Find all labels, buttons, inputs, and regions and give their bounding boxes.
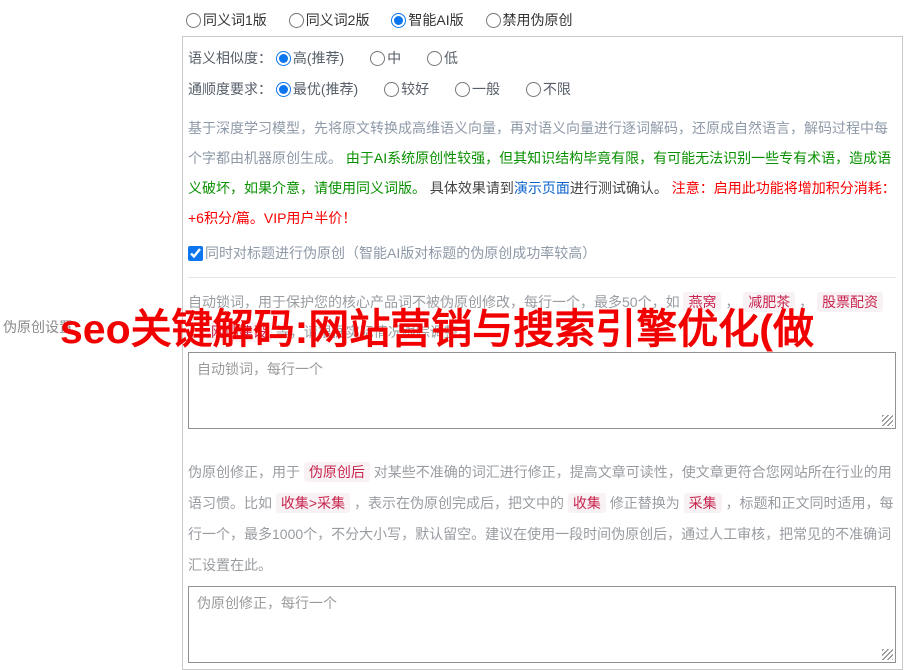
mode-option-label: 同义词2版 bbox=[305, 12, 370, 28]
similarity-option-label: 高(推荐) bbox=[292, 50, 345, 66]
lock-word-example-1: 燕窝 bbox=[683, 292, 722, 312]
title-pseudo-original-row: 同时对标题进行伪原创（智能AI版对标题的伪原创成功率较高） bbox=[188, 243, 896, 263]
lock-words-description: 自动锁词，用于保护您的核心产品词不被伪原创修改，每行一个，最多50个，如 燕窝 … bbox=[188, 287, 896, 347]
correction-text: 修正替换为 bbox=[605, 495, 684, 511]
correction-example-pair: 收集>采集 bbox=[275, 493, 351, 513]
form-row-label-pseudo-original-settings: 伪原创设置 bbox=[3, 319, 73, 335]
demo-page-link[interactable]: 演示页面 bbox=[514, 180, 570, 196]
mode-radio-smart-ai[interactable] bbox=[391, 13, 407, 28]
lock-words-text: 等，请根据实际情况跟踪调整。 bbox=[271, 324, 472, 340]
correction-text: ，表示在伪原创完成后，把文中的 bbox=[350, 495, 568, 511]
fluency-radio-unlimited[interactable] bbox=[525, 82, 541, 97]
similarity-option-low[interactable]: 低 bbox=[427, 50, 458, 66]
correction-textarea[interactable] bbox=[188, 586, 896, 663]
fluency-radio-good[interactable] bbox=[384, 82, 400, 97]
lock-word-example-3: 股票配资 bbox=[817, 292, 884, 312]
ai-settings-panel: 语义相似度： 高(推荐) 中 低 通顺度要求： 最优(推荐) 较好 一般 不限 … bbox=[182, 36, 903, 670]
mode-radio-synonym-v1[interactable] bbox=[186, 13, 201, 28]
mode-option-smart-ai[interactable]: 智能AI版 bbox=[391, 12, 464, 28]
mode-radio-synonym-v2[interactable] bbox=[288, 13, 304, 28]
similarity-option-label: 中 bbox=[387, 50, 402, 66]
fluency-option-label: 一般 bbox=[472, 81, 500, 97]
lock-word-example-2: 减肥茶 bbox=[743, 292, 796, 312]
lock-words-text: 自动锁词，用于保护您的核心产品词不被伪原创修改，每行一个，最多50个，如 bbox=[188, 294, 684, 310]
mode-option-disable[interactable]: 禁用伪原创 bbox=[485, 12, 573, 28]
ai-mode-description: 基于深度学习模型，先将原文转换成高维语义向量，再对语义向量进行逐词解码，还原成自… bbox=[188, 113, 896, 233]
correction-keyword-after: 伪原创后 bbox=[303, 462, 370, 482]
demo-prefix-text: 具体效果请到 bbox=[429, 180, 514, 196]
mode-option-label: 禁用伪原创 bbox=[502, 12, 573, 28]
pseudo-original-settings-section: 同义词1版 同义词2版 智能AI版 禁用伪原创 语义相似度： 高(推荐) 中 低… bbox=[182, 8, 903, 670]
similarity-radio-low[interactable] bbox=[427, 51, 442, 66]
correction-word-from: 收集 bbox=[567, 493, 606, 513]
lock-words-separator: ， bbox=[188, 324, 206, 340]
mode-option-synonym-v1[interactable]: 同义词1版 bbox=[186, 12, 267, 28]
mode-radio-disable[interactable] bbox=[485, 13, 501, 28]
semantic-similarity-label: 语义相似度： bbox=[188, 50, 272, 66]
lock-words-separator: ， bbox=[795, 294, 818, 310]
lock-words-separator: ， bbox=[721, 294, 744, 310]
title-pseudo-original-label: 同时对标题进行伪原创（智能AI版对标题的伪原创成功率较高） bbox=[205, 245, 597, 261]
lock-word-example-4: 网站建设 bbox=[205, 322, 272, 342]
fluency-radio-normal[interactable] bbox=[455, 82, 470, 97]
fluency-option-good[interactable]: 较好 bbox=[384, 81, 429, 97]
fluency-label: 通顺度要求： bbox=[188, 81, 272, 97]
fluency-requirement-row: 通顺度要求： 最优(推荐) 较好 一般 不限 bbox=[188, 73, 896, 104]
fluency-option-label: 不限 bbox=[542, 81, 571, 97]
fluency-option-unlimited[interactable]: 不限 bbox=[525, 81, 571, 97]
title-pseudo-original-checkbox[interactable] bbox=[188, 246, 203, 261]
fluency-option-best[interactable]: 最优(推荐) bbox=[275, 81, 359, 97]
demo-suffix-text: 进行测试确认。 bbox=[569, 180, 668, 196]
mode-radio-group: 同义词1版 同义词2版 智能AI版 禁用伪原创 bbox=[182, 8, 903, 36]
mode-option-synonym-v2[interactable]: 同义词2版 bbox=[288, 12, 370, 28]
mode-option-label: 同义词1版 bbox=[203, 12, 267, 28]
semantic-similarity-row: 语义相似度： 高(推荐) 中 低 bbox=[188, 42, 896, 73]
fluency-radio-best[interactable] bbox=[275, 82, 291, 97]
fluency-option-label: 最优(推荐) bbox=[292, 81, 359, 97]
similarity-option-label: 低 bbox=[444, 50, 458, 66]
similarity-option-medium[interactable]: 中 bbox=[370, 50, 401, 66]
title-pseudo-original-option[interactable]: 同时对标题进行伪原创（智能AI版对标题的伪原创成功率较高） bbox=[188, 245, 596, 261]
correction-text: 伪原创修正，用于 bbox=[188, 464, 304, 480]
mode-option-label: 智能AI版 bbox=[408, 12, 464, 28]
similarity-option-high[interactable]: 高(推荐) bbox=[275, 50, 345, 66]
lock-words-textarea[interactable] bbox=[188, 352, 896, 429]
correction-description: 伪原创修正，用于 伪原创后 对某些不准确的词汇进行修正，提高文章可读性，使文章更… bbox=[188, 457, 896, 581]
similarity-radio-medium[interactable] bbox=[370, 51, 386, 66]
correction-word-to: 采集 bbox=[683, 493, 722, 513]
fluency-option-normal[interactable]: 一般 bbox=[455, 81, 500, 97]
section-divider bbox=[188, 277, 896, 278]
similarity-radio-high[interactable] bbox=[275, 51, 291, 66]
fluency-option-label: 较好 bbox=[401, 81, 430, 97]
